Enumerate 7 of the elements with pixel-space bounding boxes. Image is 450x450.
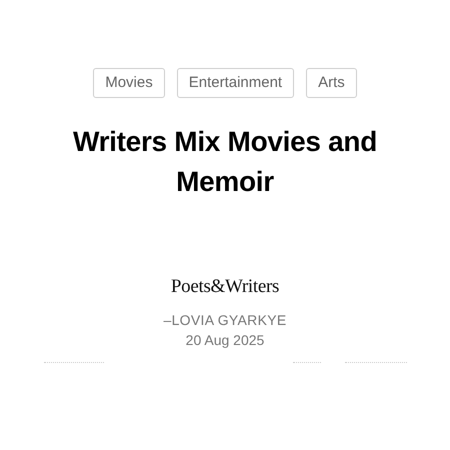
- author-name: –LOVIA GYARKYE: [164, 312, 286, 328]
- category-tag[interactable]: Movies: [93, 68, 165, 98]
- publication-logo: Poets&Writers: [170, 276, 280, 298]
- publish-date: 20 Aug 2025: [186, 332, 264, 348]
- article-title: Writers Mix Movies and Memoir: [72, 125, 378, 199]
- category-tag[interactable]: Entertainment: [176, 68, 294, 98]
- category-tag[interactable]: Arts: [306, 68, 357, 98]
